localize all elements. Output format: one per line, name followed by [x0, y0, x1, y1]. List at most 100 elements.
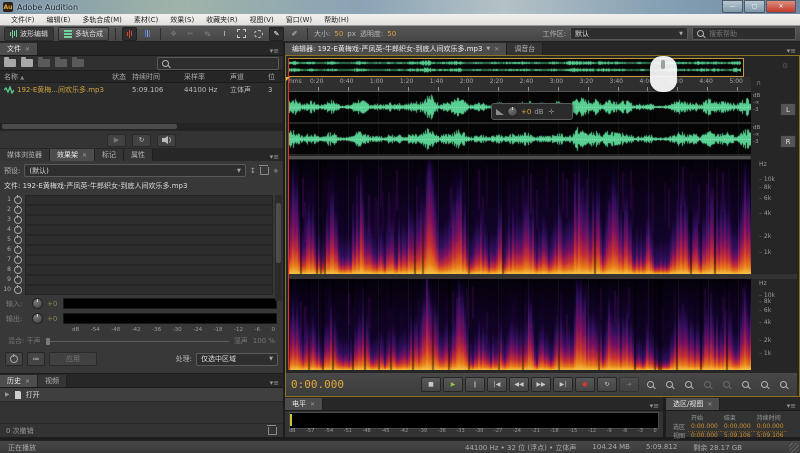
gain-hud[interactable]: +0 dB ✛ — [491, 103, 573, 120]
file-row[interactable]: 192-E黄梅...间欢乐多.mp3 5:09.106 44100 Hz 立体声… — [0, 83, 283, 96]
selection-end[interactable]: 0:00.000 — [721, 422, 754, 431]
zoom-out-icon[interactable] — [663, 379, 675, 391]
slot-body[interactable] — [25, 275, 273, 285]
skip-to-end-button[interactable]: ▶| — [553, 377, 573, 392]
save-preset-icon[interactable]: ↧ — [250, 167, 256, 175]
waveform-view-icon[interactable] — [122, 27, 137, 41]
slot-body[interactable] — [25, 245, 273, 255]
menu-item[interactable]: 窗口(W) — [280, 15, 318, 25]
selection-duration[interactable]: 0:00.000 — [754, 422, 787, 431]
apply-button[interactable]: 应用 — [49, 352, 97, 366]
left-channel-button[interactable]: L — [780, 103, 796, 116]
skip-selection-button[interactable]: ⇥ — [619, 377, 639, 392]
playhead-marker[interactable] — [286, 77, 290, 81]
tab-properties[interactable]: 属性 — [124, 149, 153, 161]
slot-body[interactable] — [25, 215, 273, 225]
menu-item[interactable]: 收藏夹(R) — [200, 15, 243, 25]
zoom-to-inpoint-icon[interactable] — [720, 379, 732, 391]
tab-selection-view[interactable]: 选区/视图✕ — [666, 398, 720, 410]
right-channel-button[interactable]: R — [780, 135, 796, 148]
panel-menu-icon[interactable]: ▾≡ — [270, 47, 283, 55]
files-horizontal-scrollbar[interactable] — [0, 123, 283, 130]
preset-dropdown[interactable]: (默认)▼ — [24, 164, 245, 177]
rack-scrollbar[interactable] — [275, 195, 282, 301]
menu-item[interactable]: 编辑(E) — [41, 15, 77, 25]
panel-menu-icon[interactable]: ▾≡ — [650, 402, 663, 410]
slot-body[interactable] — [25, 205, 273, 215]
selection-start[interactable]: 0:00.000 — [688, 422, 721, 431]
auto-play-button[interactable] — [157, 134, 176, 147]
loop-preview-button[interactable]: ↻ — [132, 134, 151, 147]
panel-menu-icon[interactable]: ▾≡ — [787, 402, 800, 410]
tab-effects-rack[interactable]: 效果架✕ — [50, 149, 95, 161]
power-icon[interactable] — [14, 256, 22, 264]
pause-button[interactable]: ∥ — [465, 377, 485, 392]
effect-slot-6[interactable]: 6▶ — [3, 245, 280, 254]
tab-video[interactable]: 视频 — [38, 375, 67, 387]
files-search-input[interactable] — [172, 58, 256, 68]
slot-body[interactable] — [25, 225, 273, 235]
power-icon[interactable] — [14, 226, 22, 234]
tab-levels[interactable]: 电平✕ — [285, 398, 323, 410]
tab-mixer[interactable]: 调音台 — [507, 43, 543, 55]
zoom-in-time-icon[interactable] — [739, 379, 751, 391]
power-icon[interactable] — [14, 266, 22, 274]
mix-slider[interactable] — [46, 341, 229, 342]
workspace-dropdown[interactable]: 默认▼ — [570, 27, 688, 40]
menu-item[interactable]: 多轨合成(M) — [76, 15, 128, 25]
multitrack-button[interactable]: 多轨合成 — [58, 27, 109, 41]
zoom-full-icon[interactable] — [777, 379, 789, 391]
fast-forward-button[interactable]: ▶▶ — [531, 377, 551, 392]
panel-menu-icon[interactable]: ▾≡ — [787, 47, 800, 55]
tab-media-browser[interactable]: 媒体浏览器 — [0, 149, 50, 161]
tab-markers[interactable]: 标记 — [95, 149, 124, 161]
stop-button[interactable]: ■ — [421, 377, 441, 392]
panel-menu-icon[interactable]: ▾≡ — [270, 379, 283, 387]
slot-body[interactable] — [25, 255, 273, 265]
power-icon[interactable] — [14, 286, 22, 294]
lasso-selection-tool-icon[interactable] — [252, 28, 265, 40]
delete-preset-icon[interactable] — [260, 167, 269, 175]
pin-icon[interactable]: ✛ — [549, 108, 555, 116]
zoom-out-time-icon[interactable] — [758, 379, 770, 391]
paintbrush-tool-icon[interactable]: ✎ — [269, 27, 284, 41]
power-icon[interactable] — [14, 216, 22, 224]
close-button[interactable]: ✕ — [766, 0, 796, 13]
power-icon[interactable] — [14, 236, 22, 244]
history-entry-open[interactable]: ▶ 打开 — [0, 388, 283, 402]
view-end[interactable]: 5:09.106 — [721, 431, 754, 440]
help-search-input[interactable] — [707, 29, 791, 39]
power-icon[interactable] — [14, 246, 22, 254]
minimize-button[interactable]: — — [722, 0, 743, 13]
delete-history-icon[interactable] — [268, 427, 277, 435]
menu-item[interactable]: 文件(F) — [5, 15, 41, 25]
files-column-headers[interactable]: 名称 ▲ 状态 持续时间 采样率 声道 位 — [0, 70, 283, 83]
slot-body[interactable] — [25, 265, 273, 275]
preview-play-button[interactable]: ▶ — [107, 134, 126, 147]
playhead[interactable] — [288, 58, 289, 370]
menu-item[interactable]: 帮助(H) — [318, 15, 355, 25]
effect-slot-9[interactable]: 9▶ — [3, 275, 280, 284]
effect-slot-1[interactable]: 1▶ — [3, 195, 280, 204]
favorite-icon[interactable]: ★ — [273, 167, 279, 175]
process-dropdown[interactable]: 仅选中区域▼ — [196, 353, 278, 366]
effect-slot-3[interactable]: 3▶ — [3, 215, 280, 224]
panel-menu-icon[interactable]: ▾≡ — [270, 153, 283, 161]
effect-slot-5[interactable]: 5▶ — [3, 235, 280, 244]
files-search-box[interactable] — [157, 57, 279, 70]
razor-tool-icon[interactable]: ✂ — [184, 28, 197, 40]
time-selection-tool-icon[interactable]: I — [218, 28, 231, 40]
power-icon[interactable] — [14, 196, 22, 204]
power-icon[interactable] — [14, 206, 22, 214]
headphones-icon[interactable]: ∩ — [756, 79, 761, 87]
menu-item[interactable]: 视图(V) — [244, 15, 280, 25]
slot-body[interactable] — [25, 285, 273, 295]
skip-to-start-button[interactable]: |◀ — [487, 377, 507, 392]
waveform-editor-button[interactable]: 波形编辑 — [4, 27, 54, 41]
menu-item[interactable]: 效果(S) — [164, 15, 200, 25]
input-gain-knob[interactable] — [32, 298, 43, 309]
slot-body[interactable] — [25, 195, 273, 205]
tab-editor[interactable]: 编辑器: 192-E黄梅戏-严凤英-牛郎织女-到底人间欢乐多.mp3▼✕ — [285, 43, 507, 55]
menu-item[interactable]: 素材(C) — [128, 15, 164, 25]
view-duration[interactable]: 5:09.106 — [754, 431, 787, 440]
